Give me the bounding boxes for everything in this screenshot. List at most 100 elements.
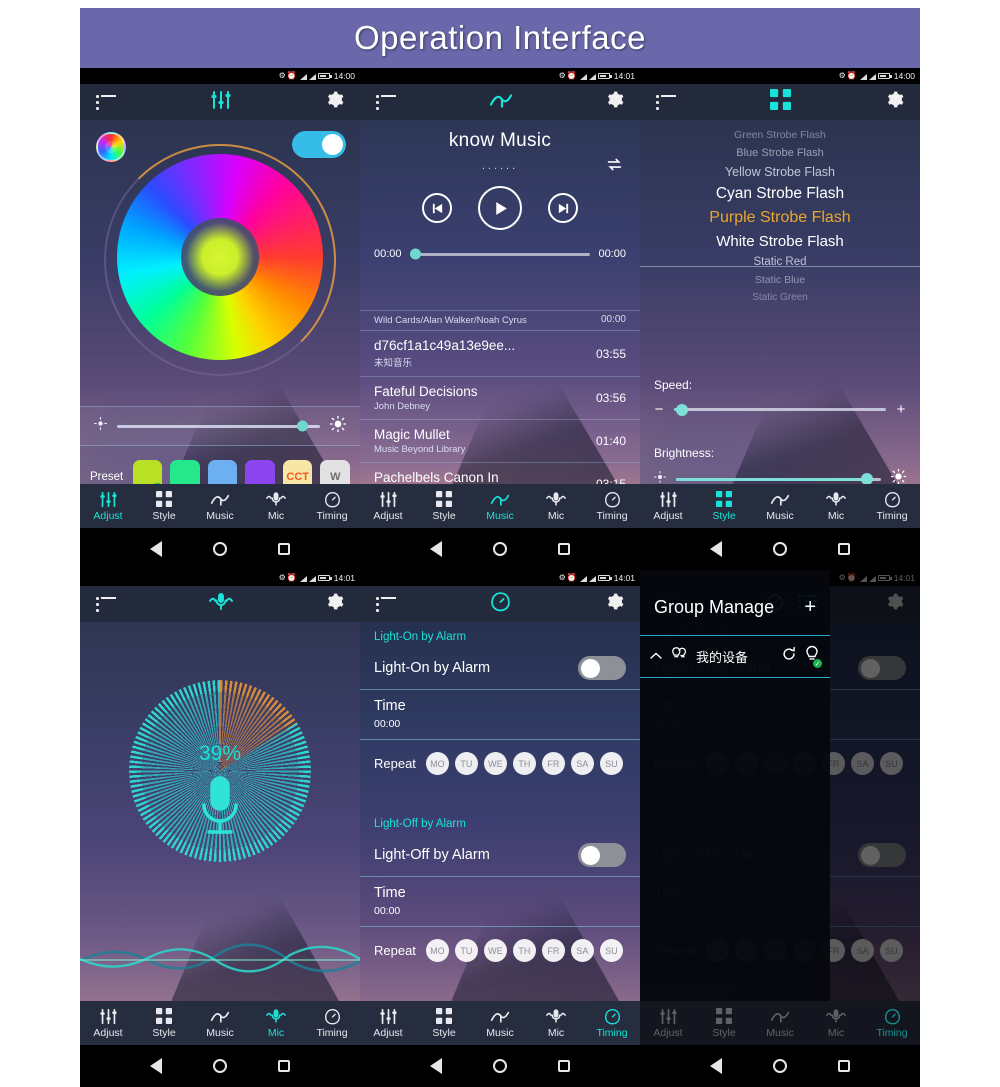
hamburger-list-icon[interactable]: [376, 597, 396, 612]
list-item[interactable]: Magic Mullet Music Beyond Library 01:40: [360, 419, 640, 462]
day-chip-we[interactable]: WE: [483, 939, 507, 962]
gear-icon[interactable]: [325, 90, 344, 114]
tab-music[interactable]: Music: [192, 1008, 248, 1039]
style-option[interactable]: Yellow Strobe Flash: [640, 162, 920, 182]
nav-recents-icon[interactable]: [838, 543, 851, 555]
tab-adjust[interactable]: Adjust: [80, 1008, 136, 1039]
nav-recents-icon[interactable]: [558, 543, 571, 555]
light-off-time-block[interactable]: Time 00:00: [360, 877, 640, 927]
preset-swatch-green[interactable]: [170, 459, 200, 484]
style-option[interactable]: Blue Strobe Flash: [640, 144, 920, 162]
tab-mic[interactable]: Mic: [248, 1008, 304, 1039]
tab-mic[interactable]: Mic: [808, 1008, 864, 1039]
style-mode-picker[interactable]: Green Strobe Flash Blue Strobe Flash Yel…: [640, 126, 920, 306]
tab-adjust[interactable]: Adjust: [640, 491, 696, 522]
nav-home-icon[interactable]: [492, 542, 507, 556]
group-row[interactable]: 我的设备 ✓: [640, 635, 830, 678]
microphone-icon[interactable]: [195, 775, 245, 842]
sensitivity-gauge[interactable]: 39%: [129, 680, 311, 862]
light-on-row[interactable]: Light-On by Alarm: [360, 647, 640, 690]
tab-adjust[interactable]: Adjust: [640, 1008, 696, 1039]
tab-music[interactable]: Music: [192, 491, 248, 522]
tab-style[interactable]: Style: [696, 491, 752, 522]
nav-back-icon[interactable]: [429, 541, 442, 557]
tab-adjust[interactable]: Adjust: [360, 491, 416, 522]
hamburger-list-icon[interactable]: [376, 95, 396, 110]
day-chip-tu[interactable]: TU: [454, 939, 478, 962]
nav-home-icon[interactable]: [492, 1059, 507, 1073]
tab-style[interactable]: Style: [136, 1008, 192, 1039]
tab-mic[interactable]: Mic: [528, 1008, 584, 1039]
nav-home-icon[interactable]: [212, 1059, 227, 1073]
brightness-slider-row[interactable]: [654, 468, 907, 484]
style-option[interactable]: White Strobe Flash: [640, 230, 920, 253]
preset-swatch-white[interactable]: W: [320, 459, 351, 484]
list-item[interactable]: d76cf1a1c49a13e9ee... 未知音乐 03:55: [360, 330, 640, 376]
preset-swatch-light-blue[interactable]: [207, 459, 238, 484]
brightness-knob[interactable]: [297, 420, 308, 432]
day-chip-mo[interactable]: MO: [425, 752, 449, 775]
tab-mic[interactable]: Mic: [528, 491, 584, 522]
refresh-icon[interactable]: [781, 646, 797, 667]
previous-track-icon[interactable]: [422, 193, 452, 223]
nav-back-icon[interactable]: [149, 541, 162, 557]
preset-swatch-purple[interactable]: [245, 459, 275, 484]
day-chip-su[interactable]: SU: [599, 752, 623, 775]
gear-icon[interactable]: [605, 592, 624, 616]
tab-style[interactable]: Style: [696, 1008, 752, 1039]
style-option[interactable]: Cyan Strobe Flash: [640, 182, 920, 206]
color-wheel[interactable]: [117, 154, 323, 360]
day-chip-tu[interactable]: TU: [454, 752, 478, 775]
nav-home-icon[interactable]: [772, 542, 787, 556]
nav-home-icon[interactable]: [212, 542, 227, 556]
nav-back-icon[interactable]: [709, 541, 722, 557]
gear-icon[interactable]: [605, 90, 624, 114]
tab-mic[interactable]: Mic: [808, 491, 864, 522]
brightness-knob[interactable]: [860, 473, 873, 484]
light-off-row[interactable]: Light-Off by Alarm: [360, 834, 640, 877]
gear-icon[interactable]: [885, 90, 904, 114]
speed-slider-row[interactable]: − +: [654, 401, 906, 418]
power-toggle[interactable]: [292, 131, 346, 158]
style-option-selected[interactable]: Purple Strobe Flash: [640, 206, 920, 230]
tab-timing[interactable]: Timing: [864, 491, 920, 522]
tab-timing[interactable]: Timing: [864, 1008, 920, 1039]
tab-adjust[interactable]: Adjust: [80, 491, 136, 522]
hamburger-list-icon[interactable]: [656, 95, 676, 110]
day-chip-we[interactable]: WE: [483, 752, 507, 775]
light-on-toggle[interactable]: [578, 656, 626, 680]
preset-swatch-cct[interactable]: CCT: [282, 459, 313, 484]
tab-style[interactable]: Style: [416, 491, 472, 522]
light-off-toggle[interactable]: [578, 843, 626, 867]
list-item[interactable]: Fateful Decisions John Debney 03:56: [360, 376, 640, 419]
tab-timing[interactable]: Timing: [304, 491, 360, 522]
tab-timing[interactable]: Timing: [304, 1008, 360, 1039]
brightness-slider-row[interactable]: [80, 406, 360, 446]
day-chip-th[interactable]: TH: [512, 939, 536, 962]
day-chip-fr[interactable]: FR: [541, 752, 565, 775]
play-icon[interactable]: [478, 186, 522, 230]
speed-knob[interactable]: [676, 403, 689, 416]
day-chip-sa[interactable]: SA: [570, 752, 594, 775]
speed-minus-button[interactable]: −: [654, 401, 664, 418]
tab-music[interactable]: Music: [752, 1008, 808, 1039]
repeat-icon[interactable]: [605, 156, 624, 178]
nav-back-icon[interactable]: [709, 1058, 722, 1074]
preset-swatch-yellow-green[interactable]: ✓: [132, 459, 165, 484]
day-chip-th[interactable]: TH: [512, 752, 536, 775]
nav-back-icon[interactable]: [149, 1058, 162, 1074]
list-item[interactable]: Wild Cards/Alan Walker/Noah Cyrus 00:00: [360, 310, 640, 330]
list-item[interactable]: Pachelbels Canon In Ken Morrison 03:15: [360, 462, 640, 484]
nav-recents-icon[interactable]: [278, 543, 291, 555]
tab-music[interactable]: Music: [472, 1008, 528, 1039]
day-chip-su[interactable]: SU: [599, 939, 623, 962]
day-chip-sa[interactable]: SA: [570, 939, 594, 962]
tab-style[interactable]: Style: [136, 491, 192, 522]
tab-music[interactable]: Music: [752, 491, 808, 522]
tab-adjust[interactable]: Adjust: [360, 1008, 416, 1039]
speed-track[interactable]: [674, 403, 886, 416]
bulb-connected-icon[interactable]: ✓: [804, 645, 822, 668]
speed-plus-button[interactable]: +: [896, 401, 906, 418]
day-chip-mo[interactable]: MO: [425, 939, 449, 962]
hamburger-list-icon[interactable]: [96, 95, 116, 110]
